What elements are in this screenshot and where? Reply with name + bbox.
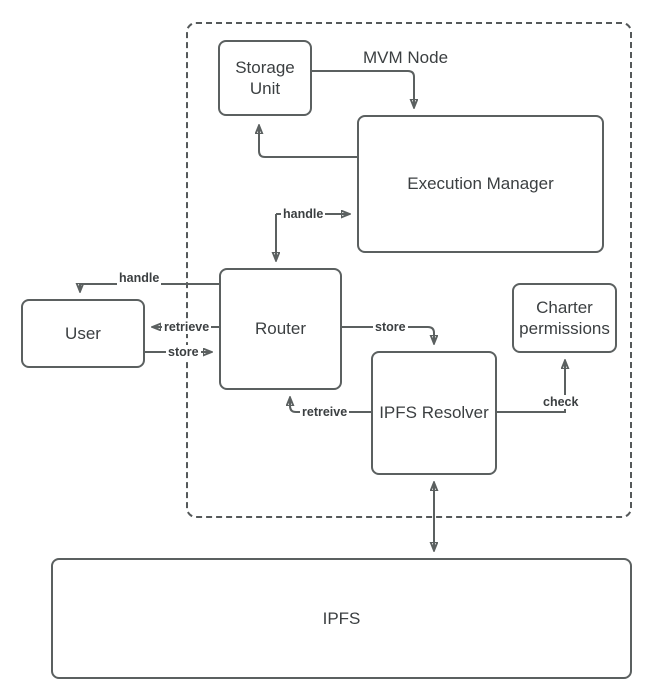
- edge-label-handle-user: handle: [117, 271, 162, 285]
- node-charter-permissions-label: Charter permissions: [519, 297, 610, 338]
- node-execution-manager[interactable]: Execution Manager: [357, 115, 604, 253]
- node-user-label: User: [65, 323, 101, 343]
- node-storage-unit-label: Storage Unit: [235, 57, 295, 98]
- node-ipfs-label: IPFS: [322, 608, 361, 628]
- edge-label-handle-execution: handle: [281, 207, 326, 221]
- node-ipfs[interactable]: IPFS: [51, 558, 632, 679]
- wire-execution-to-storage: [259, 126, 357, 158]
- node-ipfs-resolver-label: IPFS Resolver: [379, 403, 489, 423]
- edge-label-retrieve-user: retrieve: [162, 320, 212, 334]
- edge-label-store-user: store: [166, 345, 201, 359]
- node-execution-manager-label: Execution Manager: [407, 174, 554, 194]
- node-ipfs-resolver[interactable]: IPFS Resolver: [371, 351, 497, 475]
- node-router-label: Router: [254, 319, 307, 339]
- edge-label-retreive-router: retreive: [300, 405, 350, 419]
- wire-storage-to-execution: [312, 70, 414, 107]
- diagram-canvas: MVM Node Storage Unit Execution Manager …: [0, 0, 658, 698]
- wire-router-to-user-handle: [80, 283, 211, 291]
- node-user[interactable]: User: [21, 299, 145, 368]
- node-router[interactable]: Router: [219, 268, 342, 390]
- edge-label-check-charter: check: [541, 395, 581, 409]
- edge-label-store-resolver: store: [373, 320, 408, 334]
- node-charter-permissions[interactable]: Charter permissions: [512, 283, 617, 353]
- node-storage-unit[interactable]: Storage Unit: [218, 40, 312, 116]
- mvm-node-title: MVM Node: [363, 48, 449, 67]
